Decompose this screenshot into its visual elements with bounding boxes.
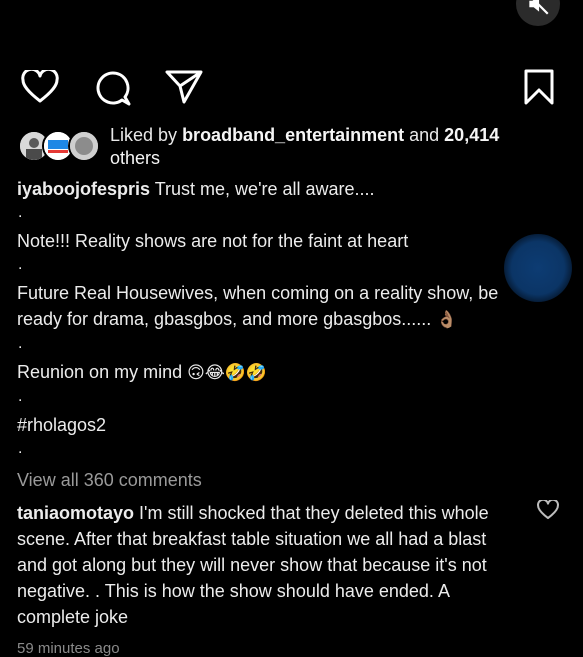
comment-username[interactable]: taniaomotayo: [17, 503, 134, 523]
likes-text: Liked by broadband_entertainment and 20,…: [110, 125, 500, 168]
post-timestamp: 59 minutes ago: [17, 640, 120, 657]
post-caption: iyaboojofespris Trust me, we're all awar…: [17, 176, 537, 464]
save-button[interactable]: [518, 66, 560, 108]
view-all-comments-link[interactable]: View all 360 comments: [17, 470, 202, 491]
top-comment: taniaomotayo I'm still shocked that they…: [17, 500, 517, 630]
likes-summary: Liked by broadband_entertainment and 20,…: [18, 124, 573, 172]
send-icon: [165, 70, 203, 104]
caption-username[interactable]: iyaboojofespris: [17, 179, 150, 199]
likes-others[interactable]: others: [110, 148, 160, 168]
share-button[interactable]: [163, 66, 205, 108]
heart-icon: [21, 70, 59, 103]
comment-button[interactable]: [91, 66, 133, 108]
hashtag-link[interactable]: #rholagos2: [17, 412, 537, 438]
muted-speaker-icon: [529, 0, 549, 15]
comment-like-button[interactable]: [537, 498, 559, 522]
avatar: [68, 130, 100, 162]
caption-text: Future Real Housewives, when coming on a…: [17, 283, 499, 329]
post-action-bar: [0, 66, 583, 108]
likes-count[interactable]: 20,414: [444, 125, 499, 145]
caption-separator: .: [18, 388, 23, 405]
caption-separator: .: [18, 204, 23, 221]
comment-bubble-icon: [96, 71, 131, 106]
caption-text: Reunion on my mind: [17, 362, 183, 382]
liker-avatars[interactable]: [18, 130, 100, 162]
small-heart-icon: [537, 498, 559, 520]
caption-separator: .: [18, 440, 23, 457]
bookmark-icon: [524, 69, 554, 105]
floating-assistive-button[interactable]: [504, 234, 572, 302]
caption-separator: .: [18, 256, 23, 273]
caption-text: Trust me, we're all aware....: [154, 179, 375, 199]
caption-separator: .: [18, 335, 23, 352]
like-button[interactable]: [19, 66, 61, 108]
liked-by-username[interactable]: broadband_entertainment: [182, 125, 404, 145]
caption-text: Note!!! Reality shows are not for the fa…: [17, 231, 409, 251]
reunion-emojis: 🙃😂🤣🤣: [187, 363, 268, 382]
ok-hand-emoji: 👌🏽: [436, 310, 458, 329]
mute-button[interactable]: [516, 0, 560, 26]
